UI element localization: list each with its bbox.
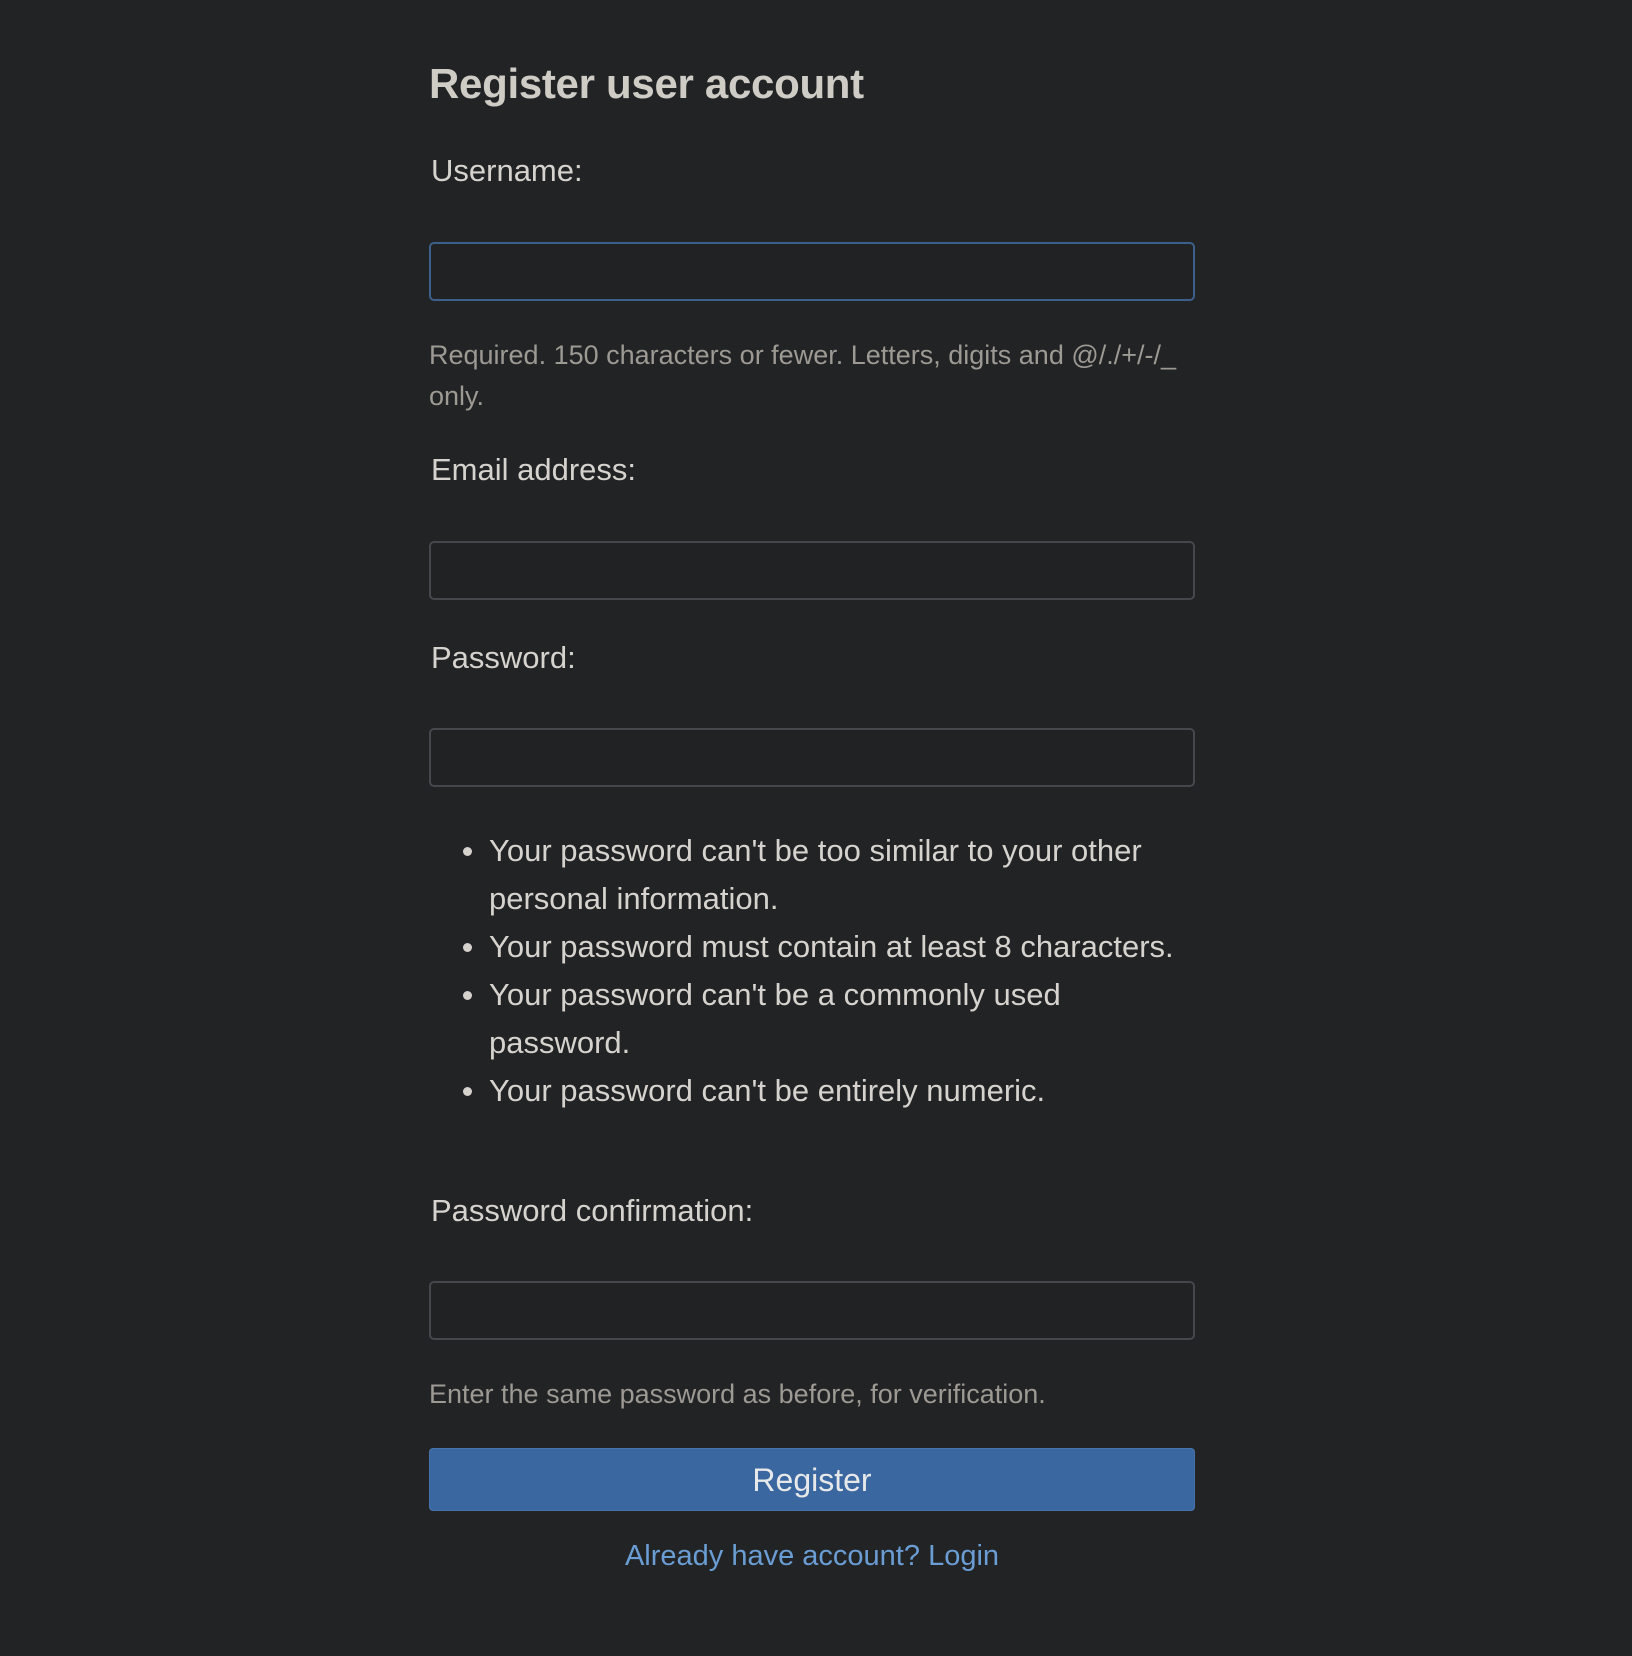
login-link[interactable]: Already have account? Login xyxy=(625,1540,999,1572)
bullet-icon xyxy=(463,943,472,952)
login-link-text: Login xyxy=(928,1540,1000,1572)
bullet-icon xyxy=(463,991,472,1000)
password-rule-item: Your password can't be a commonly used p… xyxy=(463,971,1199,1067)
password-rule-item: Your password can't be entirely numeric. xyxy=(463,1067,1199,1115)
login-prompt: Already have account? Login xyxy=(429,1540,1195,1573)
email-label: Email address: xyxy=(431,452,637,487)
page: Register user account Username: Required… xyxy=(0,0,1632,1656)
password-rule-text: Your password can't be entirely numeric. xyxy=(489,1073,1046,1108)
password-rule-item: Your password can't be too similar to yo… xyxy=(463,827,1199,923)
password-rule-text: Your password can't be a commonly used p… xyxy=(489,977,1061,1060)
bullet-icon xyxy=(463,847,472,856)
password-confirmation-label: Password confirmation: xyxy=(431,1193,754,1228)
password-rule-text: Your password can't be too similar to yo… xyxy=(489,833,1142,916)
password-label: Password: xyxy=(431,640,576,675)
username-input[interactable] xyxy=(429,242,1195,301)
password-confirmation-input[interactable] xyxy=(429,1281,1195,1340)
email-input[interactable] xyxy=(429,541,1195,600)
login-prompt-text: Already have account? xyxy=(624,1540,920,1572)
register-button[interactable]: Register xyxy=(429,1448,1195,1511)
username-label: Username: xyxy=(431,153,583,188)
bullet-icon xyxy=(463,1087,472,1096)
password-input[interactable] xyxy=(429,728,1195,787)
page-title: Register user account xyxy=(429,60,864,107)
password-rule-text: Your password must contain at least 8 ch… xyxy=(489,929,1174,964)
password-rules-list: Your password can't be too similar to yo… xyxy=(429,827,1199,1115)
username-help-text: Required. 150 characters or fewer. Lette… xyxy=(429,340,1177,411)
password-rule-item: Your password must contain at least 8 ch… xyxy=(463,923,1199,971)
password-confirmation-help-text: Enter the same password as before, for v… xyxy=(429,1379,1046,1409)
